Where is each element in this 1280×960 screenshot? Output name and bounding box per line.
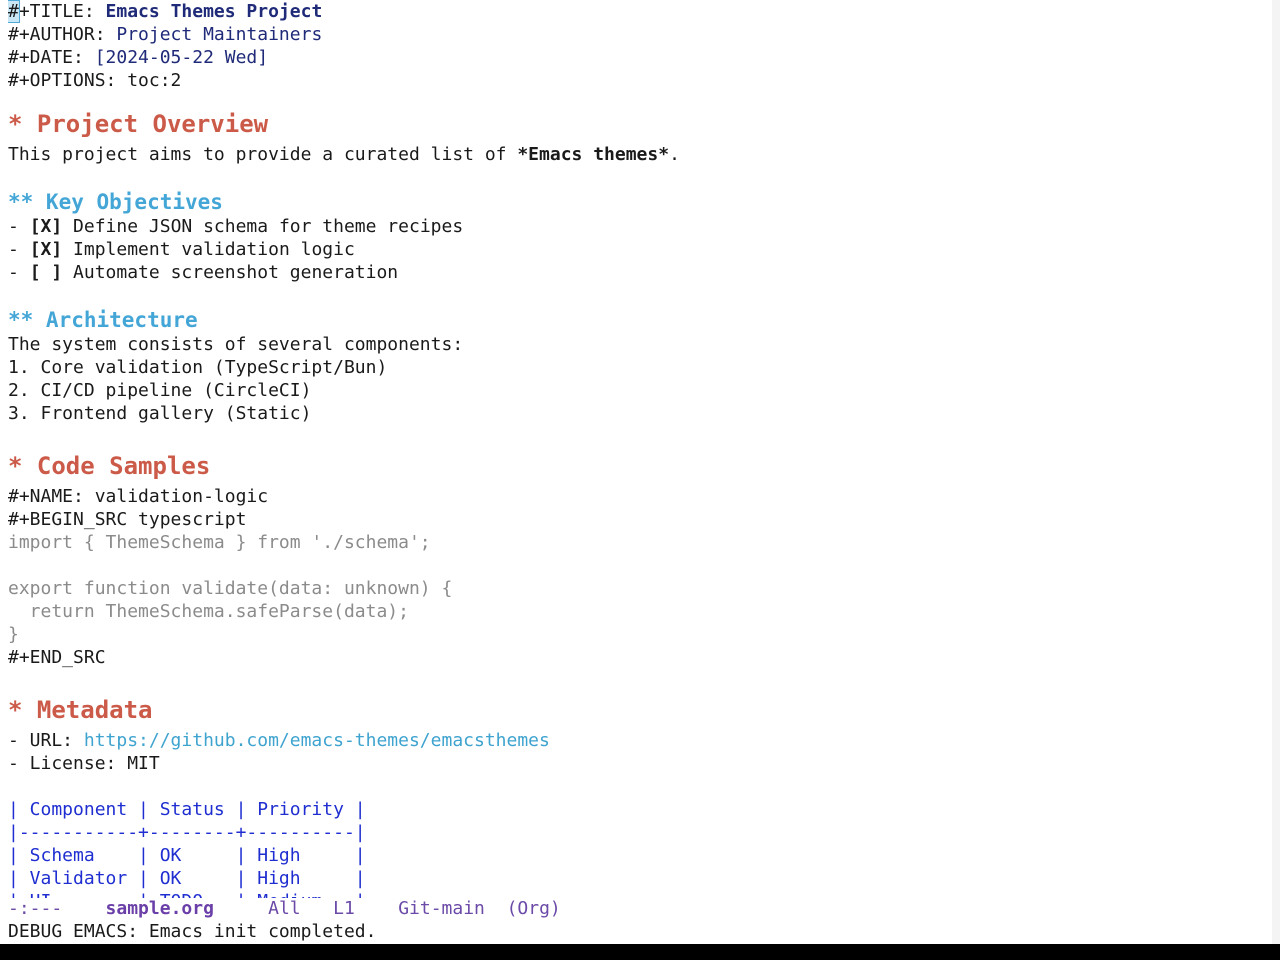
overview-text-end: . (669, 144, 680, 165)
heading-architecture[interactable]: ** Architecture (8, 307, 1272, 333)
src-end-line[interactable]: #+END_SRC (8, 646, 1272, 669)
modeline-major-mode[interactable]: (Org) (507, 898, 561, 919)
objective-text: Implement validation logic (62, 239, 355, 260)
mode-line[interactable]: -:--- sample.org All L1 Git-main (Org) (8, 898, 1272, 920)
text-cursor: # (8, 0, 20, 23)
table-row[interactable]: |-----------+--------+----------| (8, 821, 1272, 844)
author-line[interactable]: #+AUTHOR: Project Maintainers (8, 23, 1272, 46)
table-row[interactable]: | Schema | OK | High | (8, 844, 1272, 867)
src-code-line[interactable]: import { ThemeSchema } from './schema'; (8, 531, 1272, 554)
overview-text[interactable]: This project aims to provide a curated l… (8, 143, 1272, 166)
modeline-status: -:--- (8, 898, 63, 919)
checkbox-unchecked[interactable]: [ ] (30, 262, 63, 283)
repository-link[interactable]: https://github.com/emacs-themes/emacsthe… (84, 730, 550, 751)
url-label: - URL: (8, 730, 84, 751)
list-bullet: - (8, 216, 30, 237)
objective-item[interactable]: - [X] Implement validation logic (8, 238, 1272, 261)
architecture-item[interactable]: 2. CI/CD pipeline (CircleCI) (8, 379, 1272, 402)
modeline-position: All (268, 898, 301, 919)
title-line[interactable]: #+TITLE: Emacs Themes Project (8, 0, 1272, 23)
window-fringe (1272, 0, 1280, 944)
editor-buffer[interactable]: #+TITLE: Emacs Themes Project #+AUTHOR: … (8, 0, 1272, 898)
date-line[interactable]: #+DATE: [2024-05-22 Wed] (8, 46, 1272, 69)
modeline-line-number: L1 (333, 898, 355, 919)
echo-area: DEBUG EMACS: Emacs init completed. (8, 921, 377, 942)
date-keyword: #+DATE: (8, 47, 95, 68)
overview-bold-text: *Emacs themes* (517, 144, 670, 165)
checkbox-checked[interactable]: [X] (30, 239, 63, 260)
objective-text: Automate screenshot generation (62, 262, 399, 283)
src-code-line[interactable]: return ThemeSchema.safeParse(data); (8, 600, 1272, 623)
architecture-item[interactable]: 1. Core validation (TypeScript/Bun) (8, 356, 1272, 379)
list-bullet: - (8, 262, 30, 283)
src-code-line[interactable]: } (8, 623, 1272, 646)
options-line[interactable]: #+OPTIONS: toc:2 (8, 69, 1272, 92)
heading-project-overview[interactable]: * Project Overview (8, 106, 1272, 143)
modeline-vc-branch[interactable]: Git-main (398, 898, 485, 919)
list-bullet: - (8, 239, 30, 260)
author-value: Project Maintainers (116, 24, 323, 45)
author-keyword: #+AUTHOR: (8, 24, 117, 45)
frame-bottom-edge (0, 944, 1280, 960)
objective-item[interactable]: - [X] Define JSON schema for theme recip… (8, 215, 1272, 238)
table-row[interactable]: | Component | Status | Priority | (8, 798, 1272, 821)
heading-metadata[interactable]: * Metadata (8, 692, 1272, 729)
document-title: Emacs Themes Project (105, 1, 323, 22)
date-value: [2024-05-22 Wed] (94, 47, 269, 68)
overview-text-start: This project aims to provide a curated l… (8, 144, 518, 165)
architecture-item[interactable]: 3. Frontend gallery (Static) (8, 402, 1272, 425)
heading-code-samples[interactable]: * Code Samples (8, 448, 1272, 485)
checkbox-checked[interactable]: [X] (30, 216, 63, 237)
license-line[interactable]: - License: MIT (8, 752, 1272, 775)
architecture-intro[interactable]: The system consists of several component… (8, 333, 1272, 356)
src-name-line[interactable]: #+NAME: validation-logic (8, 485, 1272, 508)
src-begin-line[interactable]: #+BEGIN_SRC typescript (8, 508, 1272, 531)
modeline-buffer-name[interactable]: sample.org (106, 898, 214, 919)
objective-text: Define JSON schema for theme recipes (62, 216, 464, 237)
heading-key-objectives[interactable]: ** Key Objectives (8, 189, 1272, 215)
objective-item[interactable]: - [ ] Automate screenshot generation (8, 261, 1272, 284)
src-code-line[interactable] (8, 554, 1272, 577)
table-row[interactable]: | UI | TODO | Medium | (8, 890, 1272, 898)
table-row[interactable]: | Validator | OK | High | (8, 867, 1272, 890)
url-line[interactable]: - URL: https://github.com/emacs-themes/e… (8, 729, 1272, 752)
title-keyword: +TITLE: (18, 1, 106, 22)
src-code-line[interactable]: export function validate(data: unknown) … (8, 577, 1272, 600)
